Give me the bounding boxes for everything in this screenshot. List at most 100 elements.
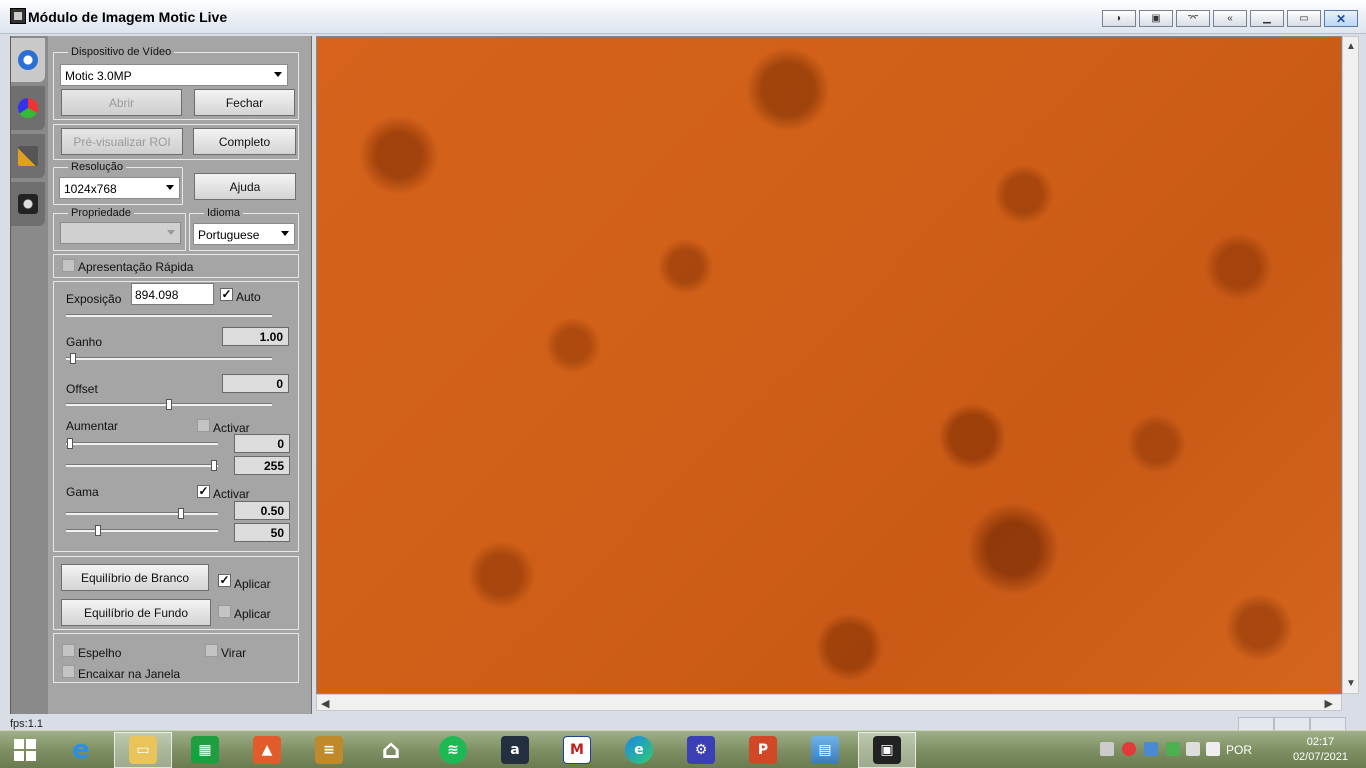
file-explorer-icon: ▭: [129, 736, 157, 764]
resolution-select[interactable]: 1024x768: [59, 177, 180, 199]
taskbar-image-viewer[interactable]: ▤: [796, 732, 854, 768]
taskbar-file-explorer[interactable]: ▭: [114, 732, 172, 768]
white-balance-button[interactable]: Equilíbrio de Branco: [61, 564, 209, 591]
help-button[interactable]: Ajuda: [194, 173, 296, 200]
network-icon[interactable]: [1144, 742, 1158, 756]
full-button[interactable]: Completo: [193, 128, 296, 155]
control-panel: Dispositivo de Vídeo Motic 3.0MP Abrir F…: [48, 36, 312, 714]
battery-icon[interactable]: [1186, 742, 1200, 756]
background-balance-apply-checkbox[interactable]: [218, 605, 231, 618]
gain-slider-thumb[interactable]: [70, 353, 76, 364]
clock[interactable]: 02:17 02/07/2021: [1293, 735, 1348, 765]
flag-icon[interactable]: [1100, 742, 1114, 756]
gamma-second-thumb[interactable]: [95, 525, 101, 536]
scroll-right-icon[interactable]: ▶: [1325, 697, 1333, 710]
vertical-tab-bar: [10, 36, 48, 714]
tab-camera-snapshot[interactable]: [11, 182, 45, 226]
gamma-value: 0.50: [234, 501, 290, 520]
fit-window-checkbox[interactable]: [62, 665, 75, 678]
scroll-down-icon[interactable]: ▼: [1346, 678, 1356, 689]
flip-checkbox[interactable]: [205, 644, 218, 657]
taskbar-settings[interactable]: ⚙: [672, 732, 730, 768]
preview-roi-button[interactable]: Pré-visualizar ROI: [61, 128, 183, 155]
taskbar-powerpoint[interactable]: P: [734, 732, 792, 768]
title-bar: Módulo de Imagem Motic Live ◗ ▣ ⌤ « ▁ ▭ …: [0, 0, 1366, 34]
gamma-second-slider[interactable]: [66, 525, 218, 536]
enhance-low-thumb[interactable]: [67, 438, 73, 449]
glasses-icon[interactable]: ⌤: [1176, 10, 1210, 27]
taskbar-motic[interactable]: M: [548, 732, 606, 768]
scroll-left-icon[interactable]: ◀: [321, 697, 329, 710]
tab-tools[interactable]: [11, 134, 45, 178]
maximize-icon[interactable]: ▭: [1287, 10, 1321, 27]
exposure-input[interactable]: 894.098: [131, 283, 214, 305]
gamma-second-value: 50: [234, 523, 290, 542]
edge-icon: e: [625, 736, 653, 764]
clock-date: 02/07/2021: [1292, 751, 1348, 763]
taskbar-home[interactable]: ⌂: [362, 732, 420, 768]
enhance-high-thumb[interactable]: [211, 460, 217, 471]
chevron-down-icon: [167, 230, 175, 235]
photos-icon: ▲: [253, 736, 281, 764]
quick-preview-label: Apresentação Rápida: [78, 260, 194, 274]
taskbar-internet-explorer[interactable]: e: [52, 732, 110, 768]
gamma-slider-thumb[interactable]: [178, 508, 184, 519]
exposure-slider[interactable]: [66, 314, 272, 317]
taskbar-store[interactable]: ▦: [176, 732, 234, 768]
video-device-select[interactable]: Motic 3.0MP: [60, 64, 288, 86]
chevron-down-icon: [281, 231, 289, 236]
language-select[interactable]: Portuguese: [193, 223, 295, 245]
amazon-icon: a: [501, 736, 529, 764]
vertical-scrollbar[interactable]: ▲ ▼: [1342, 36, 1359, 694]
taskbar-photos[interactable]: ▲: [238, 732, 296, 768]
close-icon[interactable]: ✕: [1324, 10, 1358, 27]
horizontal-scrollbar[interactable]: ◀ ▶: [316, 694, 1342, 711]
open-button[interactable]: Abrir: [61, 89, 182, 116]
volume-icon[interactable]: [1206, 742, 1220, 756]
gain-slider[interactable]: [66, 353, 272, 364]
start-icon: [14, 739, 36, 761]
property-select[interactable]: [60, 222, 181, 244]
scroll-up-icon[interactable]: ▲: [1346, 41, 1356, 52]
auto-exposure-checkbox[interactable]: ✓: [220, 288, 233, 301]
display-toggle-icon[interactable]: ◗: [1102, 10, 1136, 27]
background-balance-button[interactable]: Equilíbrio de Fundo: [61, 599, 211, 626]
auto-exposure-label: Auto: [236, 290, 261, 304]
flip-label: Virar: [221, 646, 247, 660]
input-language[interactable]: POR: [1226, 743, 1252, 757]
camera-icon[interactable]: ▣: [1139, 10, 1173, 27]
gamma-label: Gama: [66, 485, 99, 499]
close-device-button[interactable]: Fechar: [194, 89, 295, 116]
offset-slider-thumb[interactable]: [166, 399, 172, 410]
minimize-icon[interactable]: ▁: [1250, 10, 1284, 27]
title-bar-controls: ◗ ▣ ⌤ « ▁ ▭ ✕: [1102, 10, 1358, 27]
security-icon[interactable]: [1166, 742, 1180, 756]
taskbar-amazon[interactable]: a: [486, 732, 544, 768]
video-device-group-label: Dispositivo de Vídeo: [68, 46, 175, 58]
taskbar-motic-live[interactable]: ▣: [858, 732, 916, 768]
start-button[interactable]: [0, 732, 50, 768]
offset-slider[interactable]: [66, 399, 272, 410]
live-image-viewer[interactable]: [316, 36, 1342, 694]
gamma-slider[interactable]: [66, 508, 218, 519]
taskbar-edge[interactable]: e: [610, 732, 668, 768]
collapse-icon[interactable]: «: [1213, 10, 1247, 27]
motic-live-icon: ▣: [873, 736, 901, 764]
taskbar-spotify[interactable]: ≋: [424, 732, 482, 768]
tab-color-settings[interactable]: [11, 86, 45, 130]
notes-icon: ≡: [315, 736, 343, 764]
enhance-checkbox[interactable]: [197, 419, 210, 432]
antivirus-icon[interactable]: [1122, 742, 1136, 756]
gamma-checkbox[interactable]: ✓: [197, 485, 210, 498]
enhance-low-slider[interactable]: [66, 438, 218, 449]
enhance-high-slider[interactable]: [66, 460, 218, 471]
tab-capture-settings[interactable]: [11, 38, 45, 82]
quick-preview-checkbox[interactable]: [62, 259, 75, 272]
mirror-checkbox[interactable]: [62, 644, 75, 657]
tools-icon: [18, 146, 38, 166]
white-balance-apply-checkbox[interactable]: ✓: [218, 574, 231, 587]
offset-label: Offset: [66, 382, 98, 396]
taskbar-notes[interactable]: ≡: [300, 732, 358, 768]
powerpoint-icon: P: [749, 736, 777, 764]
fps-readout: fps:1.1: [10, 718, 44, 730]
